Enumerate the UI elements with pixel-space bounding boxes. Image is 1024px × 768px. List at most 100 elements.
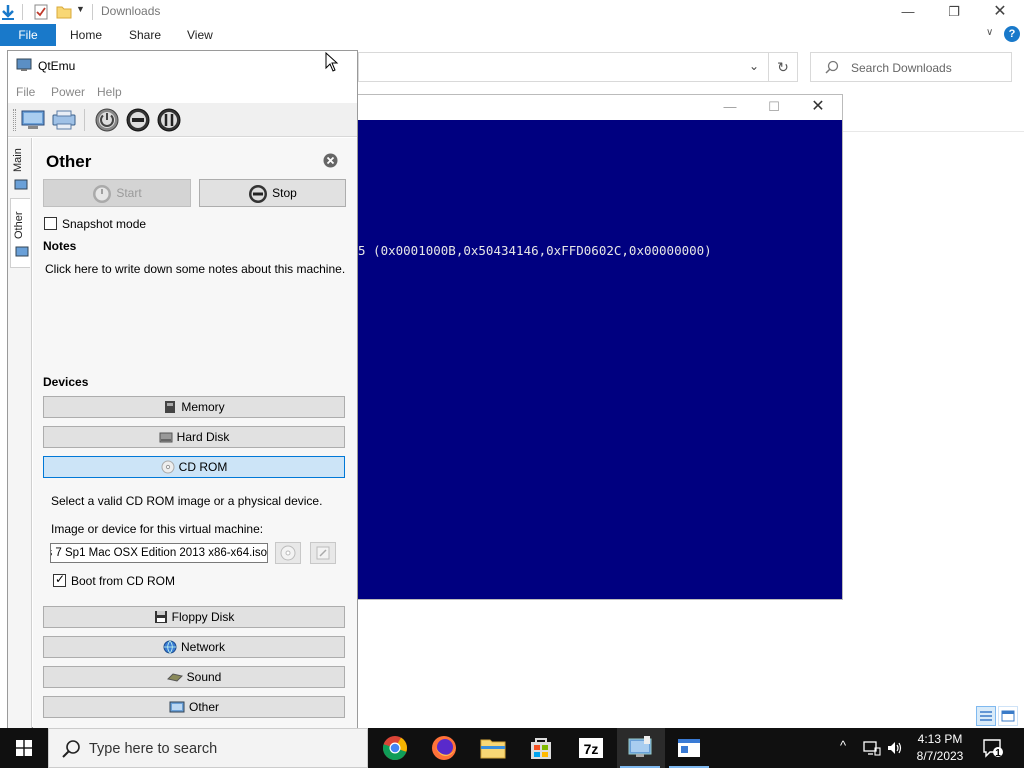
large-icons-view-icon[interactable]: [998, 706, 1018, 726]
cd-hint-text: Select a valid CD ROM image or a physica…: [51, 494, 323, 508]
network-globe-icon: [163, 640, 177, 654]
mouse-cursor-icon: [325, 52, 339, 72]
windows-logo-icon: [16, 740, 32, 756]
refresh-button[interactable]: ↻: [768, 52, 798, 82]
vm-minimize-button[interactable]: —: [710, 97, 750, 117]
tab-home[interactable]: Home: [70, 28, 102, 42]
other-thumb-icon: [15, 246, 29, 257]
tab-other-label: Other: [13, 211, 25, 239]
vm-close-button[interactable]: ✕: [798, 97, 838, 117]
start-label: Start: [116, 186, 142, 200]
snapshot-mode-label: Snapshot mode: [62, 217, 147, 231]
panel-title: Other: [46, 152, 92, 171]
clock-date[interactable]: 8/7/2023: [912, 749, 968, 763]
tab-share[interactable]: Share: [129, 28, 161, 42]
qtemu-window: QtEmu File Power Help Main Other Other S…: [7, 50, 358, 728]
svg-text:7z: 7z: [584, 741, 599, 757]
tab-main[interactable]: Main: [10, 138, 30, 194]
notes-text[interactable]: Click here to write down some notes abou…: [45, 262, 345, 276]
floppy-disk-icon: [154, 610, 167, 623]
vm-titlebar: — ☐ ✕: [358, 95, 842, 119]
floppy-disk-button[interactable]: Floppy Disk: [43, 606, 345, 628]
7zip-icon[interactable]: 7z: [575, 732, 607, 764]
download-arrow-icon[interactable]: [0, 4, 16, 20]
minimize-button[interactable]: —: [885, 2, 931, 22]
taskbar-search-placeholder: Type here to search: [89, 741, 218, 757]
menu-power[interactable]: Power: [51, 85, 85, 99]
view-switcher: [976, 706, 1020, 726]
qtemu-icon[interactable]: [624, 732, 656, 764]
power-start-icon[interactable]: [94, 107, 120, 133]
boot-from-cd-checkbox[interactable]: ✓: [53, 572, 66, 587]
cd-rom-label: CD ROM: [178, 460, 228, 474]
stop-button[interactable]: Stop: [199, 179, 346, 207]
tab-view[interactable]: View: [187, 28, 213, 42]
tab-file[interactable]: File: [0, 24, 56, 46]
taskbar: Type here to search 7z ^ 4:13 PM 8/7/202…: [0, 728, 1024, 768]
network-icon[interactable]: [863, 740, 881, 756]
vm-maximize-button[interactable]: ☐: [754, 97, 794, 117]
system-tray: ^ 4:13 PM 8/7/2023 1: [836, 728, 1024, 768]
other-device-button[interactable]: Other: [43, 696, 345, 718]
tab-main-label: Main: [12, 148, 24, 172]
sound-label: Sound: [186, 670, 222, 684]
network-button[interactable]: Network: [43, 636, 345, 658]
panel-close-icon[interactable]: [323, 153, 338, 168]
volume-icon[interactable]: [886, 740, 904, 756]
close-button[interactable]: ✕: [977, 2, 1023, 22]
quick-access-dropdown-icon[interactable]: ▼: [76, 4, 85, 14]
menu-file[interactable]: File: [16, 85, 35, 99]
hard-disk-button[interactable]: Hard Disk: [43, 426, 345, 448]
cd-rom-button[interactable]: CD ROM: [43, 456, 345, 478]
search-icon: [62, 740, 80, 758]
explorer-titlebar: ▼ Downloads — ❐ ✕: [0, 0, 1024, 24]
memory-label: Memory: [181, 400, 225, 414]
chevron-down-icon[interactable]: ⌄: [749, 59, 759, 73]
clock-time[interactable]: 4:13 PM: [916, 732, 964, 746]
checkmark-icon: ✓: [55, 572, 66, 586]
start-button-taskbar[interactable]: [0, 728, 48, 768]
qemu-window-icon[interactable]: [673, 732, 705, 764]
search-placeholder: Search Downloads: [851, 61, 952, 75]
details-view-icon[interactable]: [976, 706, 996, 726]
qtemu-title: QtEmu: [38, 59, 76, 73]
store-icon[interactable]: [525, 732, 557, 764]
properties-icon[interactable]: [33, 4, 49, 20]
bsod-stop-code: 5 (0x0001000B,0x50434146,0xFFD0602C,0x00…: [358, 243, 712, 258]
file-explorer-icon[interactable]: [477, 732, 509, 764]
power-stop-icon[interactable]: [125, 107, 151, 133]
new-folder-icon[interactable]: [56, 4, 72, 20]
vm-display[interactable]: 5 (0x0001000B,0x50434146,0xFFD0602C,0x00…: [358, 120, 842, 599]
sound-button[interactable]: Sound: [43, 666, 345, 688]
qtemu-toolbar: [8, 103, 357, 137]
start-button[interactable]: Start: [43, 179, 191, 207]
chrome-icon[interactable]: [379, 732, 411, 764]
image-device-label: Image or device for this virtual machine…: [51, 522, 264, 536]
search-box[interactable]: Search Downloads: [810, 52, 1012, 82]
snapshot-mode-checkbox[interactable]: [44, 217, 57, 230]
taskbar-search-box[interactable]: Type here to search: [48, 728, 368, 768]
show-hidden-icons-icon[interactable]: ^: [840, 738, 846, 753]
notification-count: 1: [995, 748, 1001, 759]
cd-browse-icon: [280, 545, 296, 561]
qemu-vm-window: — ☐ ✕ 5 (0x0001000B,0x50434146,0xFFD0602…: [357, 94, 843, 600]
expand-ribbon-icon[interactable]: ∨: [986, 27, 993, 38]
cd-image-path-field[interactable]: ws 7 Sp1 Mac OSX Edition 2013 x86-x64.is…: [50, 543, 268, 563]
browse-cd-button[interactable]: [275, 542, 301, 564]
memory-button[interactable]: Memory: [43, 396, 345, 418]
qtemu-app-icon: [16, 58, 32, 71]
help-icon[interactable]: ?: [1004, 26, 1020, 42]
address-bar[interactable]: ⌄: [358, 52, 798, 82]
cd-rom-icon: [161, 460, 175, 474]
menu-help[interactable]: Help: [97, 85, 122, 99]
eject-cd-button[interactable]: [310, 542, 336, 564]
maximize-button[interactable]: ❐: [931, 2, 977, 22]
hard-disk-icon: [159, 432, 173, 443]
firefox-icon[interactable]: [428, 732, 460, 764]
new-machine-icon[interactable]: [20, 107, 46, 133]
memory-icon: [165, 400, 176, 413]
tab-other[interactable]: Other: [10, 198, 30, 268]
power-reset-icon[interactable]: [156, 107, 182, 133]
network-label: Network: [180, 640, 225, 654]
open-machine-icon[interactable]: [51, 107, 77, 133]
